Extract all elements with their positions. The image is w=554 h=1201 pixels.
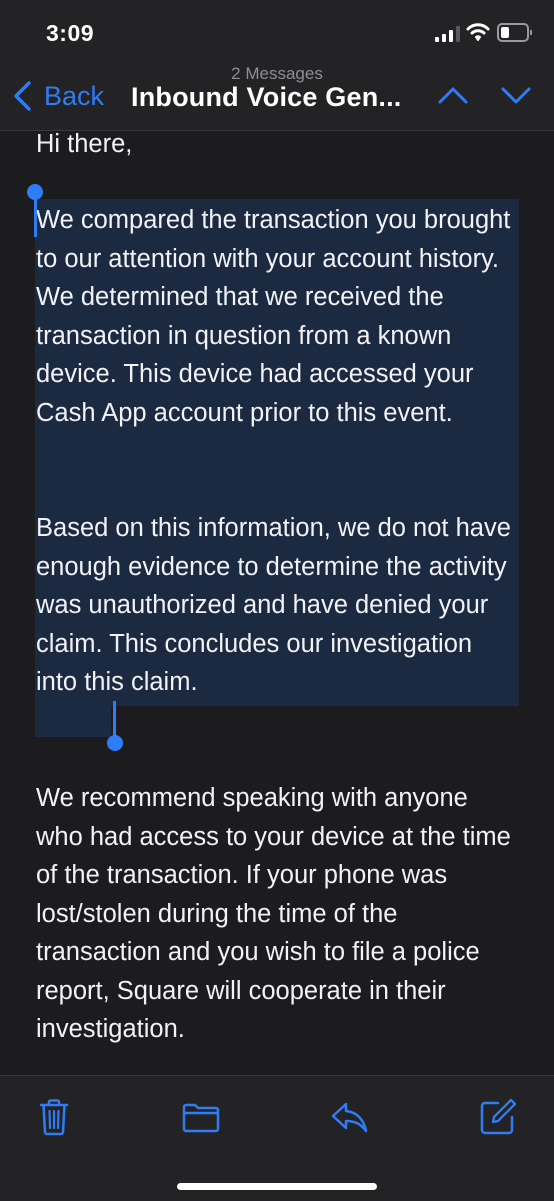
status-time: 3:09: [46, 20, 95, 46]
back-button[interactable]: Back: [12, 76, 104, 116]
cellular-signal-icon: [435, 26, 460, 42]
thread-title: Inbound Voice Gen...: [131, 82, 402, 112]
reply-button[interactable]: [326, 1094, 372, 1140]
thread-message-count: 2 Messages: [231, 64, 323, 83]
wifi-icon: [466, 23, 490, 41]
move-to-folder-button[interactable]: [178, 1094, 224, 1140]
message-body[interactable]: Hi there, We compared the transaction yo…: [0, 131, 554, 1075]
compose-button[interactable]: [475, 1094, 521, 1140]
previous-message-chevron-up-icon[interactable]: [437, 84, 469, 106]
message-greeting: Hi there,: [36, 131, 133, 158]
selection-end-handle-knob[interactable]: [107, 735, 123, 751]
trash-icon: [39, 1099, 69, 1136]
battery-icon: [497, 23, 533, 42]
reply-icon: [331, 1102, 368, 1133]
trash-button[interactable]: [31, 1094, 77, 1140]
folder-icon: [182, 1103, 220, 1133]
chevron-left-icon: [14, 81, 31, 111]
selection-start-handle-knob[interactable]: [27, 184, 43, 200]
message-paragraph: Based on this information, we do not hav…: [36, 514, 511, 696]
text-selection-highlight-tail: [35, 699, 111, 737]
message-paragraph: We compared the transaction you brought …: [36, 206, 511, 427]
navigation-bar: Back 2 Messages Inbound Voice Gen...: [0, 62, 554, 131]
message-paragraph: We recommend speaking with anyone who ha…: [36, 784, 511, 1043]
status-bar: 3:09: [0, 0, 554, 62]
back-button-label: Back: [44, 80, 105, 111]
bottom-toolbar: [0, 1075, 554, 1201]
compose-icon: [480, 1098, 517, 1135]
home-indicator[interactable]: [177, 1183, 377, 1190]
next-message-chevron-down-icon[interactable]: [500, 84, 532, 106]
